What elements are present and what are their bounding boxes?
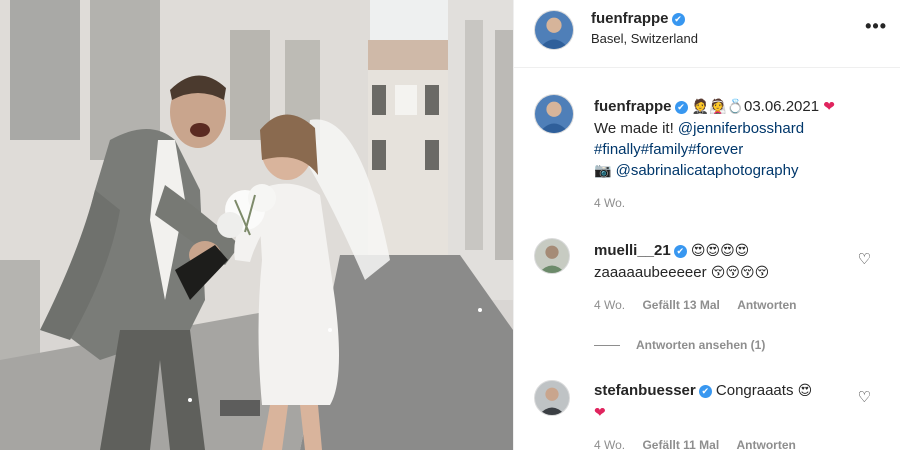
caption-author-avatar[interactable] xyxy=(534,94,574,134)
kiss-emojis: 😚😚😚😚 xyxy=(710,265,770,281)
verified-badge-icon: ✔ xyxy=(674,101,688,114)
hashtag-links[interactable]: #finally#family#forever xyxy=(594,141,743,158)
heart-eyes-emojis: 😍😍😍😍 xyxy=(690,243,750,259)
wedding-photo-image xyxy=(0,0,513,450)
red-heart-icon: ❤ xyxy=(594,405,606,421)
post-photo[interactable] xyxy=(0,0,513,450)
author-avatar[interactable] xyxy=(534,10,574,50)
mention-link-photographer[interactable]: @sabrinalicataphotography xyxy=(616,162,799,179)
heart-outline-icon[interactable]: ♡ xyxy=(858,388,871,406)
more-options-icon[interactable]: ••• xyxy=(865,16,887,37)
comment-likes-count[interactable]: Gefällt 11 Mal xyxy=(642,438,719,450)
view-replies-label: Antworten ansehen (1) xyxy=(636,338,766,352)
author-username[interactable]: fuenfrappe xyxy=(591,10,669,27)
red-heart-icon: ❤ xyxy=(823,99,835,115)
comment-text: stefanbuesser ✔ Congraaats 😍 ❤ xyxy=(594,380,854,424)
heart-outline-icon[interactable]: ♡ xyxy=(858,250,871,268)
caption-author-username[interactable]: fuenfrappe xyxy=(594,98,672,115)
comment-author-username[interactable]: stefanbuesser xyxy=(594,382,696,399)
mention-link-jenniferbosshard[interactable]: @jenniferbosshard xyxy=(678,120,804,137)
caption-date: 03.06.2021 xyxy=(743,98,820,115)
comment-meta: 4 Wo. Gefällt 13 Mal Antworten xyxy=(594,298,811,312)
reply-button[interactable]: Antworten xyxy=(737,298,796,312)
reply-button[interactable]: Antworten xyxy=(737,438,796,450)
verified-badge-icon: ✔ xyxy=(673,245,687,258)
comment-likes-count[interactable]: Gefällt 13 Mal xyxy=(642,298,719,312)
comment-author-username[interactable]: muelli__21 xyxy=(594,242,671,259)
post-sidebar: fuenfrappe ✔ Basel, Switzerland ••• fuenf… xyxy=(513,0,900,450)
commenter-avatar[interactable] xyxy=(534,238,570,274)
commenter-avatar[interactable] xyxy=(534,380,570,416)
comment-text: muelli__21 ✔ 😍😍😍😍 zaaaaaubeeeeer 😚😚😚😚 xyxy=(594,240,854,284)
caption-text: fuenfrappe ✔ 🤵👰💍03.06.2021 ❤ We made it! … xyxy=(594,96,894,182)
caption-body: We made it! xyxy=(594,120,678,137)
verified-badge-icon: ✔ xyxy=(671,13,685,26)
comment-timestamp[interactable]: 4 Wo. xyxy=(594,298,625,312)
view-replies-button[interactable]: Antworten ansehen (1) xyxy=(594,338,765,352)
comment-body: zaaaaaubeeeeer xyxy=(594,264,707,281)
comment-body: Congraaats xyxy=(715,382,794,399)
caption-timestamp[interactable]: 4 Wo. xyxy=(594,196,625,210)
comment-timestamp[interactable]: 4 Wo. xyxy=(594,438,625,450)
heart-eyes-emoji: 😍 xyxy=(797,383,813,399)
post-location[interactable]: Basel, Switzerland xyxy=(591,31,698,46)
verified-badge-icon: ✔ xyxy=(698,385,712,398)
post-header: fuenfrappe ✔ Basel, Switzerland ••• xyxy=(514,0,900,68)
wedding-emojis: 🤵👰💍 xyxy=(691,99,744,115)
replies-divider xyxy=(594,345,620,347)
comment-meta: 4 Wo. Gefällt 11 Mal Antworten xyxy=(594,438,810,450)
camera-icon: 📷 xyxy=(594,163,612,179)
